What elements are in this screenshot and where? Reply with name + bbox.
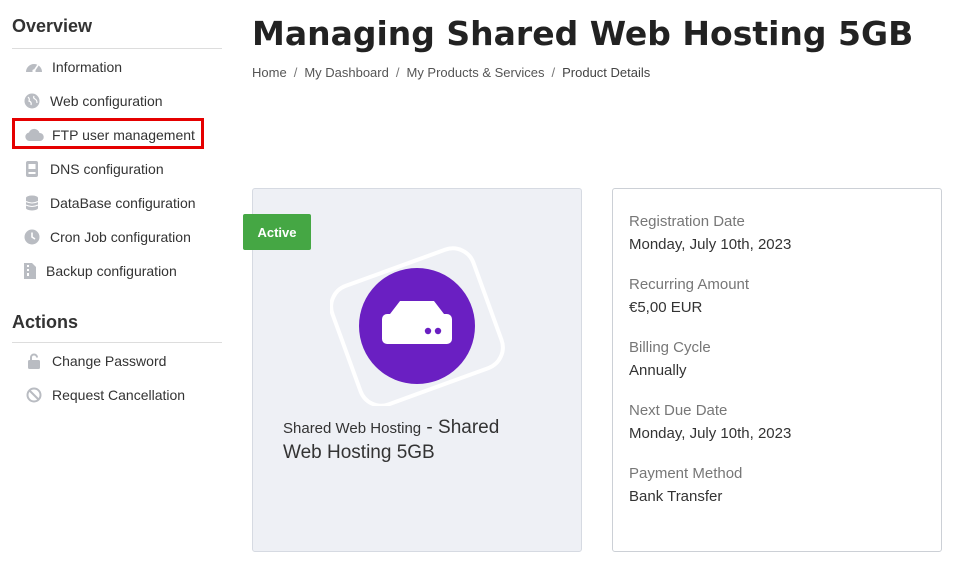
detail-label: Next Due Date [629,402,728,419]
sidebar-item-label: Information [52,59,123,75]
breadcrumb-home[interactable]: Home [252,65,287,80]
detail-registration-date: Registration Date Monday, July 10th, 202… [629,213,791,253]
unlock-icon [24,352,44,370]
detail-payment-method: Payment Method Bank Transfer [629,465,742,505]
dns-server-icon [22,160,42,178]
breadcrumb-separator: / [293,65,298,80]
clock-icon [22,228,42,246]
sidebar-item-label: DataBase configuration [50,195,196,211]
detail-value: Annually [629,362,687,379]
breadcrumb-my-products-services[interactable]: My Products & Services [406,65,544,80]
sidebar-item-label: FTP user management [52,127,195,143]
product-group: Shared Web Hosting [283,420,422,437]
divider [12,342,222,343]
sidebar-item-label: Web configuration [50,93,163,109]
database-icon [22,194,42,212]
sidebar-item-backup-configuration[interactable]: Backup configuration [22,262,177,280]
sidebar-item-change-password[interactable]: Change Password [24,352,166,370]
detail-value: Bank Transfer [629,488,723,505]
product-icon [329,246,505,408]
divider [12,48,222,49]
detail-label: Recurring Amount [629,276,750,293]
sidebar-item-label: Cron Job configuration [50,229,191,245]
sidebar-item-dns-configuration[interactable]: DNS configuration [22,160,164,178]
breadcrumb-separator: / [551,65,556,80]
detail-billing-cycle: Billing Cycle Annually [629,339,711,379]
page-title: Managing Shared Web Hosting 5GB [252,14,914,53]
cloud-icon [24,126,44,144]
detail-recurring-amount: Recurring Amount €5,00 EUR [629,276,749,316]
status-badge: Active [243,214,311,250]
sidebar-item-label: Backup configuration [46,263,177,279]
file-archive-icon [22,262,38,280]
breadcrumb-current: Product Details [562,65,651,80]
product-name: Shared Web Hosting - Shared Web Hosting … [283,416,543,466]
dashboard-gauge-icon [24,58,44,76]
detail-label: Billing Cycle [629,339,711,356]
sidebar-item-label: Request Cancellation [52,387,186,403]
ban-icon [24,386,44,404]
sidebar-item-request-cancellation[interactable]: Request Cancellation [24,386,185,404]
breadcrumb-separator: / [395,65,400,80]
detail-value: Monday, July 10th, 2023 [629,425,792,442]
sidebar-item-web-configuration[interactable]: Web configuration [22,92,163,110]
sidebar-item-database-configuration[interactable]: DataBase configuration [22,194,196,212]
detail-label: Payment Method [629,465,743,482]
sidebar-item-label: Change Password [52,353,167,369]
breadcrumb-my-dashboard[interactable]: My Dashboard [304,65,389,80]
sidebar-item-label: DNS configuration [50,161,164,177]
sidebar-item-cron-job-configuration[interactable]: Cron Job configuration [22,228,191,246]
product-separator: - [421,417,439,438]
actions-heading: Actions [12,312,79,332]
product-details-card: Registration Date Monday, July 10th, 202… [612,188,942,552]
sidebar-item-ftp-user-management[interactable]: FTP user management [24,126,195,144]
breadcrumb: Home / My Dashboard / My Products & Services… [252,65,650,80]
sidebar-item-information[interactable]: Information [24,58,122,76]
overview-heading: Overview [12,16,93,36]
globe-icon [22,92,42,110]
detail-value: Monday, July 10th, 2023 [629,236,792,253]
detail-next-due-date: Next Due Date Monday, July 10th, 2023 [629,402,791,442]
hdd-server-icon [329,246,505,408]
detail-value: €5,00 EUR [629,299,703,316]
detail-label: Registration Date [629,213,745,230]
